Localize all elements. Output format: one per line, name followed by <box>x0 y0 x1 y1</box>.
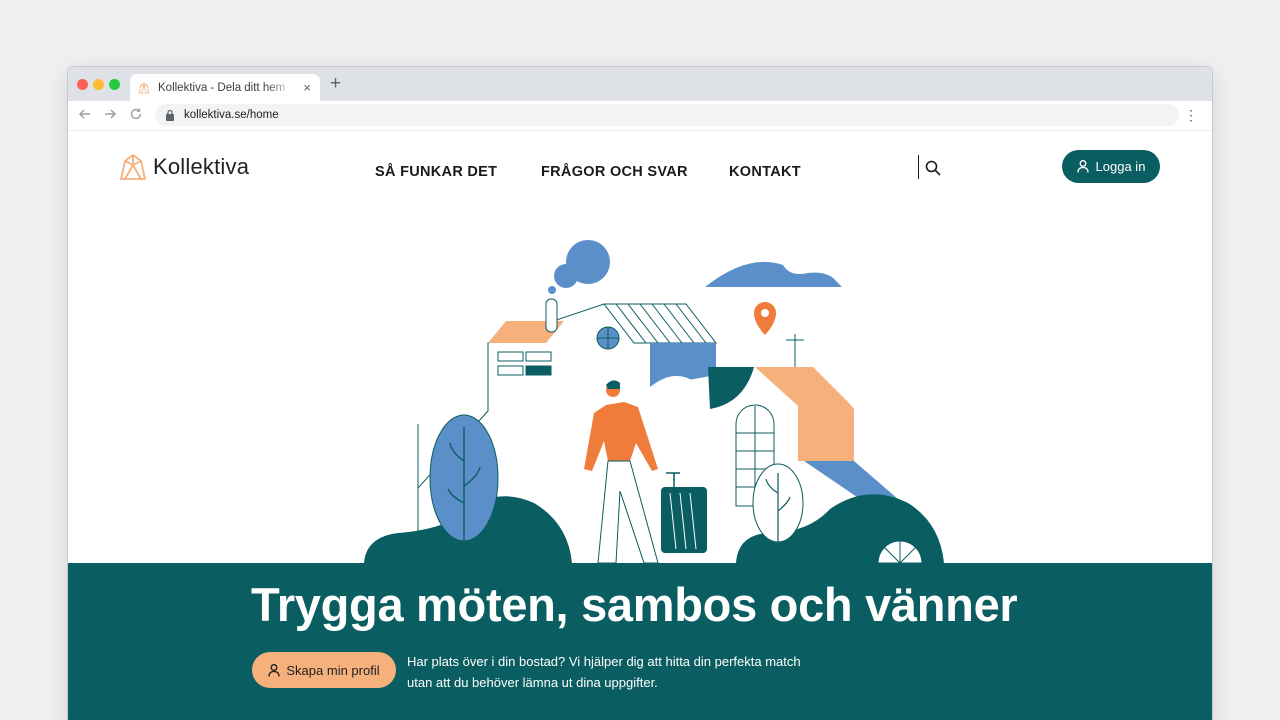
close-window-button[interactable] <box>77 79 88 90</box>
tab-bar: Kollektiva - Dela ditt hem × + <box>68 67 1212 101</box>
user-icon <box>1076 160 1089 173</box>
user-icon <box>268 663 281 677</box>
search-field[interactable] <box>918 155 944 181</box>
tab-title: Kollektiva - Dela ditt hem <box>158 81 286 94</box>
logo-text: Kollektiva <box>153 154 250 179</box>
maximize-window-button[interactable] <box>109 79 120 90</box>
hero-section: Trygga möten, sambos och vänner Skapa mi… <box>68 563 1212 720</box>
login-button[interactable]: Logga in <box>1062 150 1160 183</box>
url-text: kollektiva.se/home <box>184 109 279 121</box>
minimize-window-button[interactable] <box>93 79 104 90</box>
tab-close-icon[interactable]: × <box>303 80 311 95</box>
browser-toolbar: kollektiva.se/home ⋮ <box>68 101 1212 131</box>
nav-link-fragor-och-svar[interactable]: FRÅGOR OCH SVAR <box>541 164 688 180</box>
forward-arrow-icon[interactable] <box>103 107 117 124</box>
kollektiva-favicon-icon <box>138 82 150 93</box>
reload-icon[interactable] <box>129 107 143 124</box>
new-tab-button[interactable]: + <box>330 74 341 93</box>
nav-link-sa-funkar-det[interactable]: SÅ FUNKAR DET <box>375 164 497 180</box>
create-profile-label: Skapa min profil <box>286 662 380 678</box>
browser-window: Kollektiva - Dela ditt hem × + kollektiv… <box>67 66 1213 720</box>
page-content: Kollektiva SÅ FUNKAR DET FRÅGOR OCH SVAR… <box>68 131 1212 720</box>
browser-tab[interactable]: Kollektiva - Dela ditt hem × <box>130 74 320 101</box>
logo[interactable]: Kollektiva <box>119 153 249 181</box>
address-bar[interactable]: kollektiva.se/home <box>155 104 1179 126</box>
hero-title: Trygga möten, sambos och vänner <box>251 578 1018 631</box>
hero-description: Har plats över i din bostad? Vi hjälper … <box>407 654 801 690</box>
lock-icon <box>166 109 174 121</box>
login-label: Logga in <box>1095 159 1146 174</box>
nav-link-kontakt[interactable]: KONTAKT <box>729 164 801 180</box>
back-arrow-icon[interactable] <box>78 107 92 124</box>
create-profile-button[interactable]: Skapa min profil <box>252 652 396 688</box>
kollektiva-logo-icon <box>120 154 146 180</box>
browser-menu-icon[interactable]: ⋮ <box>1184 106 1198 124</box>
search-icon[interactable] <box>925 160 941 176</box>
text-cursor <box>918 155 919 179</box>
